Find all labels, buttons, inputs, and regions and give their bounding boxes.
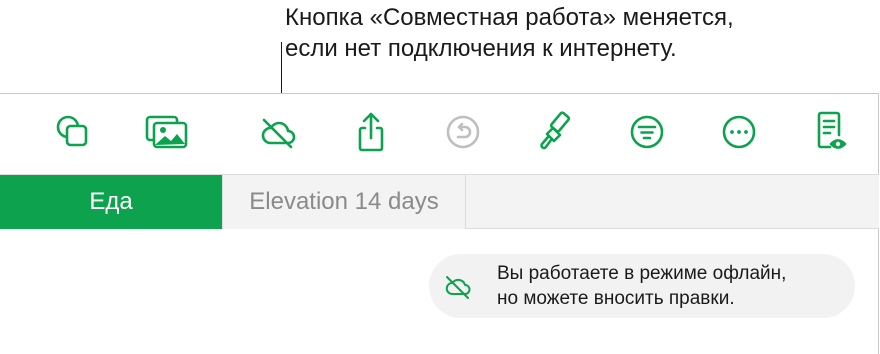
document-view-button[interactable] bbox=[806, 110, 854, 154]
cloud-offline-icon bbox=[261, 118, 296, 149]
cloud-offline-icon bbox=[445, 276, 471, 299]
callout-line-1: Кнопка «Совместная работа» меняется, bbox=[285, 4, 734, 31]
collaborate-button[interactable] bbox=[254, 110, 302, 154]
format-button[interactable] bbox=[530, 110, 578, 154]
format-brush-icon bbox=[540, 111, 571, 150]
undo-button[interactable] bbox=[439, 110, 487, 154]
share-button[interactable] bbox=[347, 110, 395, 154]
offline-message-line-1: Вы работаете в режиме офлайн, bbox=[497, 263, 787, 284]
document-view-icon bbox=[817, 111, 847, 149]
tab-elevation-14-days[interactable]: Elevation 14 days bbox=[222, 175, 466, 229]
offline-message-line-2: но можете вносить правки. bbox=[497, 288, 735, 309]
more-icon bbox=[722, 115, 756, 149]
shapes-icon bbox=[56, 115, 88, 147]
filter-icon bbox=[630, 115, 664, 149]
callout-line-2: если нет подключения к интернету. bbox=[285, 35, 677, 62]
media-icon bbox=[145, 115, 188, 149]
sheet-tab-bar: Еда Elevation 14 days bbox=[0, 174, 879, 229]
more-button[interactable] bbox=[715, 110, 763, 154]
tab-eda[interactable]: Еда bbox=[0, 175, 222, 229]
offline-notification: Вы работаете в режиме офлайн, но можете … bbox=[429, 254, 855, 318]
share-icon bbox=[358, 112, 384, 152]
callout-text: Кнопка «Совместная работа» меняется, есл… bbox=[285, 2, 865, 64]
undo-icon bbox=[446, 115, 480, 149]
offline-message: Вы работаете в режиме офлайн, но можете … bbox=[497, 261, 786, 311]
app-window: Еда Elevation 14 days Вы работаете в реж… bbox=[0, 93, 879, 354]
filter-button[interactable] bbox=[623, 110, 671, 154]
media-button[interactable] bbox=[143, 110, 191, 154]
toolbar bbox=[0, 94, 879, 174]
shapes-button[interactable] bbox=[49, 110, 97, 154]
